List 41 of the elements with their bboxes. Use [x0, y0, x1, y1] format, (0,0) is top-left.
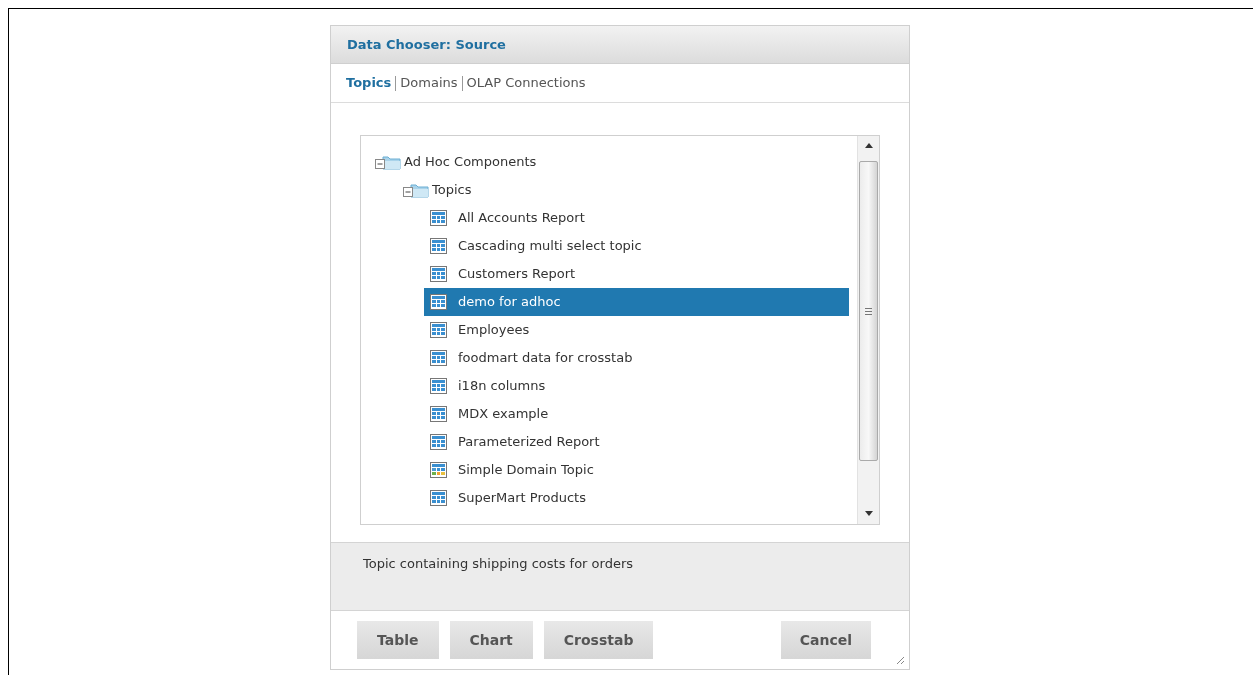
table-icon: [430, 378, 448, 394]
tree-item[interactable]: MDX example: [424, 400, 849, 428]
table-icon: [430, 406, 448, 422]
table-icon: [430, 322, 448, 338]
resize-grip-icon[interactable]: [895, 655, 905, 665]
tree-item[interactable]: All Accounts Report: [424, 204, 849, 232]
table-icon: [430, 434, 448, 450]
cancel-button[interactable]: Cancel: [780, 621, 871, 659]
collapse-folder-icon[interactable]: [403, 182, 429, 198]
collapse-folder-icon[interactable]: [375, 154, 401, 170]
tree-item[interactable]: i18n columns: [424, 372, 849, 400]
table-icon: [430, 462, 448, 478]
table-icon: [430, 210, 448, 226]
tree-item[interactable]: Customers Report: [424, 260, 849, 288]
scrollbar[interactable]: [857, 136, 879, 524]
scroll-down-icon[interactable]: [865, 511, 873, 516]
action-button[interactable]: Table: [357, 621, 439, 659]
tree-folder[interactable]: Ad Hoc Components: [404, 152, 537, 172]
table-icon: [430, 490, 448, 506]
scrollbar-thumb[interactable]: [859, 161, 878, 461]
tree-item[interactable]: Parameterized Report: [424, 428, 849, 456]
action-button[interactable]: Crosstab: [543, 621, 654, 659]
description-text: Topic containing shipping costs for orders: [363, 556, 633, 571]
tree-item[interactable]: foodmart data for crosstab: [424, 344, 849, 372]
action-button[interactable]: Chart: [449, 621, 533, 659]
tree-item[interactable]: Cascading multi select topic: [424, 232, 849, 260]
tree-item[interactable]: Simple Domain Topic: [424, 456, 849, 484]
tab[interactable]: Domains: [400, 73, 458, 93]
table-icon: [430, 238, 448, 254]
tree-item[interactable]: SuperMart Products: [424, 484, 849, 512]
tab[interactable]: Topics: [346, 73, 392, 93]
table-icon: [430, 266, 448, 282]
tree-item[interactable]: demo for adhoc: [424, 288, 849, 316]
tab[interactable]: OLAP Connections: [466, 73, 586, 93]
tree-folder[interactable]: Topics: [432, 180, 472, 200]
tree-item[interactable]: Employees: [424, 316, 849, 344]
grip-icon: [865, 307, 872, 315]
scroll-up-icon[interactable]: [865, 143, 873, 148]
dialog-title: Data Chooser: Source: [347, 35, 506, 54]
table-icon: [430, 294, 448, 310]
table-icon: [430, 350, 448, 366]
